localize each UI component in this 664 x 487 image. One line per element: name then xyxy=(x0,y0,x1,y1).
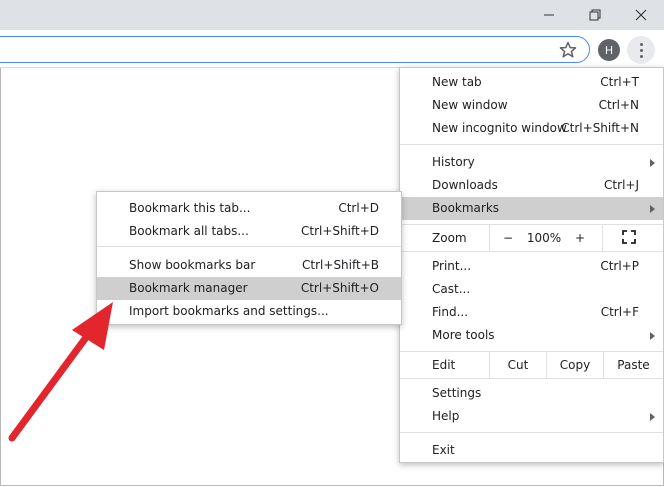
menu-item-label: New tab xyxy=(432,75,482,89)
menu-item-shortcut: Ctrl+Shift+N xyxy=(561,121,639,135)
menu-item-print[interactable]: Print... Ctrl+P xyxy=(400,255,663,278)
chrome-menu: New tab Ctrl+T New window Ctrl+N New inc… xyxy=(399,67,664,463)
menu-item-label: New window xyxy=(432,98,508,112)
menu-divider xyxy=(400,251,663,252)
submenu-item-bookmark-manager[interactable]: Bookmark manager Ctrl+Shift+O xyxy=(97,277,401,300)
address-bar[interactable] xyxy=(0,36,590,63)
menu-item-shortcut: Ctrl+T xyxy=(600,75,639,89)
menu-item-label: Downloads xyxy=(432,178,498,192)
zoom-divider xyxy=(489,225,490,251)
cut-button[interactable]: Cut xyxy=(490,358,546,372)
submenu-divider xyxy=(97,246,401,247)
menu-item-shortcut: Ctrl+J xyxy=(604,178,639,192)
menu-item-label: Exit xyxy=(432,443,455,457)
zoom-level: 100% xyxy=(526,231,562,245)
menu-item-label: More tools xyxy=(432,328,495,342)
close-icon[interactable] xyxy=(618,0,664,30)
submenu-item-bookmark-tab[interactable]: Bookmark this tab... Ctrl+D xyxy=(97,197,401,220)
zoom-row: Zoom − 100% + xyxy=(400,225,663,251)
edit-label: Edit xyxy=(432,358,456,372)
submenu-arrow-icon xyxy=(650,205,655,213)
submenu-item-label: Bookmark this tab... xyxy=(129,201,251,215)
menu-divider xyxy=(400,378,663,379)
zoom-out-button[interactable]: − xyxy=(498,231,518,245)
menu-item-find[interactable]: Find... Ctrl+F xyxy=(400,301,663,324)
menu-item-settings[interactable]: Settings xyxy=(400,382,663,405)
submenu-item-label: Show bookmarks bar xyxy=(129,258,256,272)
menu-divider xyxy=(400,144,663,145)
menu-item-new-tab[interactable]: New tab Ctrl+T xyxy=(400,71,663,94)
paste-button[interactable]: Paste xyxy=(604,358,663,372)
kebab-menu-icon[interactable] xyxy=(627,36,655,64)
menu-item-downloads[interactable]: Downloads Ctrl+J xyxy=(400,174,663,197)
fullscreen-icon[interactable] xyxy=(622,230,636,244)
avatar-letter: H xyxy=(604,43,614,57)
star-icon[interactable] xyxy=(558,40,578,60)
zoom-label: Zoom xyxy=(432,231,467,245)
menu-item-shortcut: Ctrl+P xyxy=(600,259,639,273)
submenu-item-label: Bookmark manager xyxy=(129,281,248,295)
red-arrow-annotation xyxy=(8,302,113,442)
menu-item-shortcut: Ctrl+N xyxy=(598,98,639,112)
submenu-item-shortcut: Ctrl+D xyxy=(338,201,379,215)
toolbar: H xyxy=(0,30,664,68)
menu-item-label: History xyxy=(432,155,475,169)
menu-item-label: Print... xyxy=(432,259,472,273)
zoom-in-button[interactable]: + xyxy=(570,231,590,245)
menu-item-label: Find... xyxy=(432,305,469,319)
menu-item-label: Settings xyxy=(432,386,482,400)
menu-item-bookmarks[interactable]: Bookmarks xyxy=(400,197,663,220)
submenu-item-shortcut: Ctrl+Shift+O xyxy=(300,281,379,295)
menu-item-cast[interactable]: Cast... xyxy=(400,278,663,301)
edit-row: Edit Cut Copy Paste xyxy=(400,352,663,378)
menu-item-more-tools[interactable]: More tools xyxy=(400,324,663,347)
menu-item-history[interactable]: History xyxy=(400,151,663,174)
restore-icon[interactable] xyxy=(572,0,618,30)
menu-item-label: Help xyxy=(432,409,460,423)
menu-item-label: New incognito window xyxy=(432,121,567,135)
submenu-arrow-icon xyxy=(650,332,655,340)
submenu-item-shortcut: Ctrl+Shift+D xyxy=(301,224,379,238)
submenu-item-label: Import bookmarks and settings... xyxy=(129,304,329,318)
menu-item-exit[interactable]: Exit xyxy=(400,439,663,462)
zoom-divider xyxy=(602,225,603,251)
menu-item-new-window[interactable]: New window Ctrl+N xyxy=(400,94,663,117)
submenu-item-import[interactable]: Import bookmarks and settings... xyxy=(97,300,401,323)
submenu-item-bookmark-all[interactable]: Bookmark all tabs... Ctrl+Shift+D xyxy=(97,220,401,243)
submenu-item-shortcut: Ctrl+Shift+B xyxy=(302,258,379,272)
submenu-arrow-icon xyxy=(650,413,655,421)
avatar[interactable]: H xyxy=(598,39,620,61)
menu-item-new-incognito[interactable]: New incognito window Ctrl+Shift+N xyxy=(400,117,663,140)
submenu-item-show-bar[interactable]: Show bookmarks bar Ctrl+Shift+B xyxy=(97,254,401,277)
menu-item-label: Cast... xyxy=(432,282,471,296)
bookmarks-submenu: Bookmark this tab... Ctrl+D Bookmark all… xyxy=(96,191,402,325)
submenu-arrow-icon xyxy=(650,159,655,167)
menu-item-help[interactable]: Help xyxy=(400,405,663,428)
submenu-item-label: Bookmark all tabs... xyxy=(129,224,249,238)
menu-divider xyxy=(400,432,663,433)
menu-item-label: Bookmarks xyxy=(432,201,500,215)
title-bar xyxy=(0,0,664,30)
minimize-icon[interactable] xyxy=(526,0,572,30)
copy-button[interactable]: Copy xyxy=(547,358,603,372)
menu-item-shortcut: Ctrl+F xyxy=(600,305,639,319)
